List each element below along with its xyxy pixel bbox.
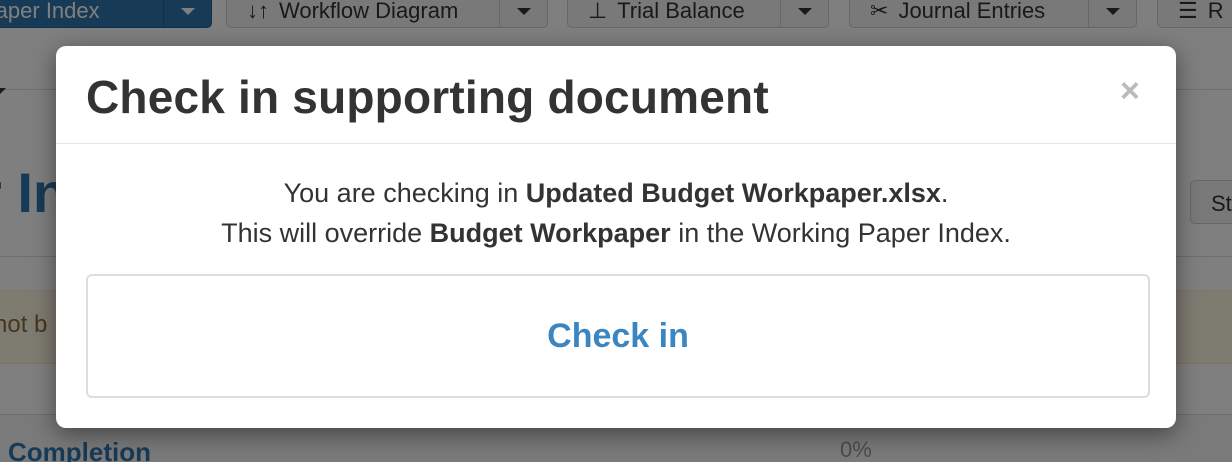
close-button[interactable]: × (1120, 74, 1146, 108)
dialog-header: Check in supporting document × (56, 46, 1176, 144)
message-text: . (940, 178, 949, 208)
check-in-dialog: Check in supporting document × You are c… (56, 46, 1176, 428)
dialog-body: You are checking in Updated Budget Workp… (56, 144, 1176, 428)
checking-in-message: You are checking in Updated Budget Workp… (56, 178, 1176, 209)
uploaded-file-name: Updated Budget Workpaper.xlsx (525, 178, 941, 208)
check-in-button[interactable]: Check in (86, 274, 1150, 398)
override-message: This will override Budget Workpaper in t… (56, 218, 1176, 249)
dialog-title: Check in supporting document (86, 71, 769, 123)
page: Paper Index ↓↑ Workflow Diagram ⊥ Trial … (0, 0, 1232, 462)
target-document-name: Budget Workpaper (429, 218, 671, 248)
message-text: You are checking in (283, 178, 526, 208)
message-text: This will override (221, 218, 430, 248)
close-icon: × (1120, 72, 1140, 110)
check-in-button-label: Check in (547, 316, 689, 355)
message-text: in the Working Paper Index. (670, 218, 1011, 248)
